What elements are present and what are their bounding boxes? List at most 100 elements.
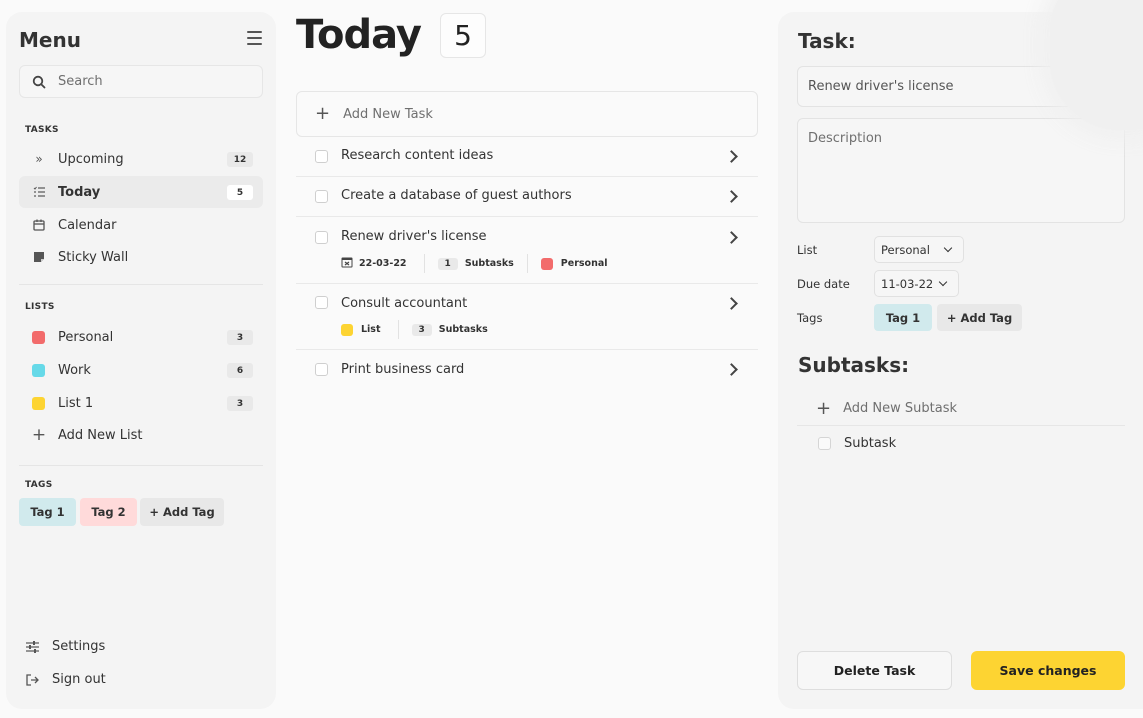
delete-task-button[interactable]: Delete Task bbox=[797, 651, 952, 690]
upcoming-count-badge: 12 bbox=[227, 152, 253, 167]
chevron-down-icon bbox=[938, 277, 948, 287]
subtask-checkbox[interactable] bbox=[818, 437, 831, 450]
double-chevron-right-icon: » bbox=[35, 152, 43, 166]
due-date-field-label: Due date bbox=[797, 277, 850, 291]
settings-label: Settings bbox=[52, 639, 106, 654]
add-tag-button[interactable]: + Add Tag bbox=[140, 498, 224, 526]
chevron-right-icon[interactable] bbox=[725, 190, 738, 203]
sliders-icon bbox=[25, 640, 39, 653]
task-row[interactable]: Renew driver's license 22-03-22 1 Subtas… bbox=[296, 217, 758, 284]
task-list-name: Personal bbox=[560, 258, 608, 269]
today-count-badge: 5 bbox=[227, 185, 253, 200]
subtask-count-badge: 1 bbox=[437, 257, 458, 270]
plus-icon: + bbox=[31, 425, 47, 445]
subtask-item[interactable]: Subtask bbox=[818, 436, 896, 451]
sidebar-item-label: Personal bbox=[58, 329, 114, 345]
calendar-x-icon bbox=[341, 256, 353, 271]
panel-title: Task: bbox=[798, 29, 856, 53]
chevron-right-icon[interactable] bbox=[725, 150, 738, 163]
tag-1-chip[interactable]: Tag 1 bbox=[19, 498, 76, 526]
chevron-right-icon[interactable] bbox=[725, 231, 738, 244]
chevron-right-icon[interactable] bbox=[725, 363, 738, 376]
task-title: Research content ideas bbox=[341, 148, 494, 163]
hamburger-menu-icon[interactable] bbox=[247, 31, 262, 45]
sidebar-item-today[interactable]: Today 5 bbox=[19, 176, 263, 208]
due-date-select[interactable]: 11-03-22 bbox=[874, 270, 959, 297]
task-checkbox[interactable] bbox=[315, 296, 328, 309]
task-meta: List 3 Subtasks bbox=[341, 320, 488, 339]
search-icon bbox=[32, 75, 46, 88]
sidebar-item-label: List 1 bbox=[58, 395, 94, 411]
task-checkbox[interactable] bbox=[315, 190, 328, 203]
task-checkbox[interactable] bbox=[315, 231, 328, 244]
sign-out-button[interactable]: Sign out bbox=[25, 672, 106, 687]
due-date-value: 11-03-22 bbox=[881, 276, 934, 291]
save-changes-button[interactable]: Save changes bbox=[971, 651, 1125, 690]
search-input[interactable] bbox=[58, 74, 238, 89]
tags-section-label: TAGS bbox=[25, 480, 53, 490]
sidebar-list-work[interactable]: Work 6 bbox=[19, 354, 263, 386]
page-title: Today bbox=[296, 12, 422, 58]
task-row[interactable]: Create a database of guest authors bbox=[296, 177, 758, 217]
add-tag-button[interactable]: + Add Tag bbox=[937, 304, 1022, 331]
sticky-note-icon bbox=[32, 250, 46, 264]
list-color-swatch bbox=[32, 363, 45, 377]
subtasks-label: Subtasks bbox=[438, 324, 488, 335]
task-due-date: 22-03-22 bbox=[359, 258, 407, 269]
tag-1-chip[interactable]: Tag 1 bbox=[874, 304, 932, 331]
personal-count-badge: 3 bbox=[227, 330, 253, 345]
chevron-down-icon bbox=[943, 243, 953, 253]
work-count-badge: 6 bbox=[227, 363, 253, 378]
search-box[interactable] bbox=[19, 65, 263, 98]
task-title: Consult accountant bbox=[341, 296, 468, 311]
list-color-swatch bbox=[32, 396, 45, 410]
divider bbox=[19, 465, 263, 466]
sidebar-item-calendar[interactable]: Calendar bbox=[19, 209, 263, 241]
list-color-swatch bbox=[32, 330, 45, 344]
sidebar: Menu TASKS » Upcoming 12 Today 5 Calenda… bbox=[6, 12, 276, 709]
task-meta: 22-03-22 1 Subtasks Personal bbox=[341, 254, 608, 273]
checklist-icon bbox=[32, 185, 46, 199]
list-color-swatch bbox=[341, 323, 353, 336]
sidebar-list-personal[interactable]: Personal 3 bbox=[19, 321, 263, 353]
task-title: Renew driver's license bbox=[341, 229, 487, 244]
description-textarea[interactable] bbox=[797, 118, 1125, 223]
list-color-swatch bbox=[540, 257, 553, 270]
chevron-right-icon[interactable] bbox=[725, 297, 738, 310]
sidebar-item-label: Today bbox=[58, 184, 101, 200]
list-select-value: Personal bbox=[881, 242, 930, 257]
task-checkbox[interactable] bbox=[315, 363, 328, 376]
task-row[interactable]: Consult accountant List 3 Subtasks bbox=[296, 284, 758, 350]
settings-button[interactable]: Settings bbox=[25, 639, 105, 654]
add-new-task-button[interactable]: + Add New Task bbox=[296, 91, 758, 137]
sidebar-title: Menu bbox=[19, 28, 81, 52]
add-new-list-button[interactable]: + Add New List bbox=[19, 419, 263, 451]
plus-icon: + bbox=[315, 103, 331, 124]
sidebar-item-label: Work bbox=[58, 362, 91, 378]
list-select[interactable]: Personal bbox=[874, 236, 964, 263]
sidebar-item-label: Upcoming bbox=[58, 151, 124, 167]
plus-icon: + bbox=[816, 397, 832, 419]
task-row[interactable]: Print business card bbox=[296, 350, 758, 390]
list-field-label: List bbox=[797, 243, 818, 257]
subtask-label: Subtask bbox=[844, 436, 897, 451]
sidebar-item-sticky-wall[interactable]: Sticky Wall bbox=[19, 241, 263, 273]
subtasks-label: Subtasks bbox=[464, 258, 514, 269]
task-title: Create a database of guest authors bbox=[341, 188, 572, 203]
add-new-subtask-button[interactable]: + Add New Subtask bbox=[797, 392, 1125, 426]
sign-out-icon bbox=[25, 673, 39, 686]
add-subtask-label: Add New Subtask bbox=[843, 401, 957, 416]
divider bbox=[19, 284, 263, 285]
subtask-count-badge: 3 bbox=[411, 323, 432, 336]
sidebar-item-upcoming[interactable]: » Upcoming 12 bbox=[19, 143, 263, 175]
tag-2-chip[interactable]: Tag 2 bbox=[80, 498, 137, 526]
tags-field-label: Tags bbox=[797, 311, 823, 325]
sidebar-item-label: Sticky Wall bbox=[58, 249, 129, 265]
task-title: Print business card bbox=[341, 362, 465, 377]
task-row[interactable]: Research content ideas bbox=[296, 137, 758, 177]
task-count-badge: 5 bbox=[440, 13, 486, 58]
lists-section-label: LISTS bbox=[25, 302, 55, 312]
task-checkbox[interactable] bbox=[315, 150, 328, 163]
sidebar-list-list-1[interactable]: List 1 3 bbox=[19, 387, 263, 419]
add-task-label: Add New Task bbox=[343, 106, 433, 122]
